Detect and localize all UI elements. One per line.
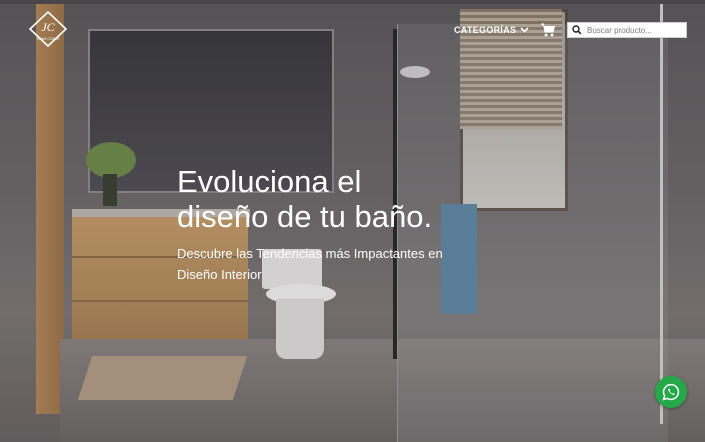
cart-icon[interactable] bbox=[540, 22, 556, 38]
site-logo[interactable]: JC TEAM CONST bbox=[28, 11, 68, 47]
categories-menu[interactable]: CATEGORÍAS bbox=[454, 25, 529, 35]
search-icon bbox=[572, 25, 582, 35]
hero-banner: Evoluciona el diseño de tu baño. Descubre… bbox=[0, 4, 705, 442]
chevron-down-icon bbox=[520, 27, 529, 33]
search-input[interactable] bbox=[582, 25, 683, 35]
headline-line-2: diseño de tu baño. bbox=[177, 199, 433, 234]
logo-text: JC bbox=[41, 20, 55, 34]
logo-subtext: TEAM CONST bbox=[36, 37, 60, 41]
hero-headline: Evoluciona el diseño de tu baño. bbox=[177, 164, 477, 234]
search-box[interactable] bbox=[567, 22, 687, 38]
whatsapp-icon bbox=[662, 383, 680, 401]
headline-line-1: Evoluciona el bbox=[177, 164, 362, 199]
hero-subtitle: Descubre las Tendencias más Impactantes … bbox=[177, 246, 443, 282]
categories-label: CATEGORÍAS bbox=[454, 25, 517, 35]
whatsapp-button[interactable] bbox=[655, 376, 687, 408]
